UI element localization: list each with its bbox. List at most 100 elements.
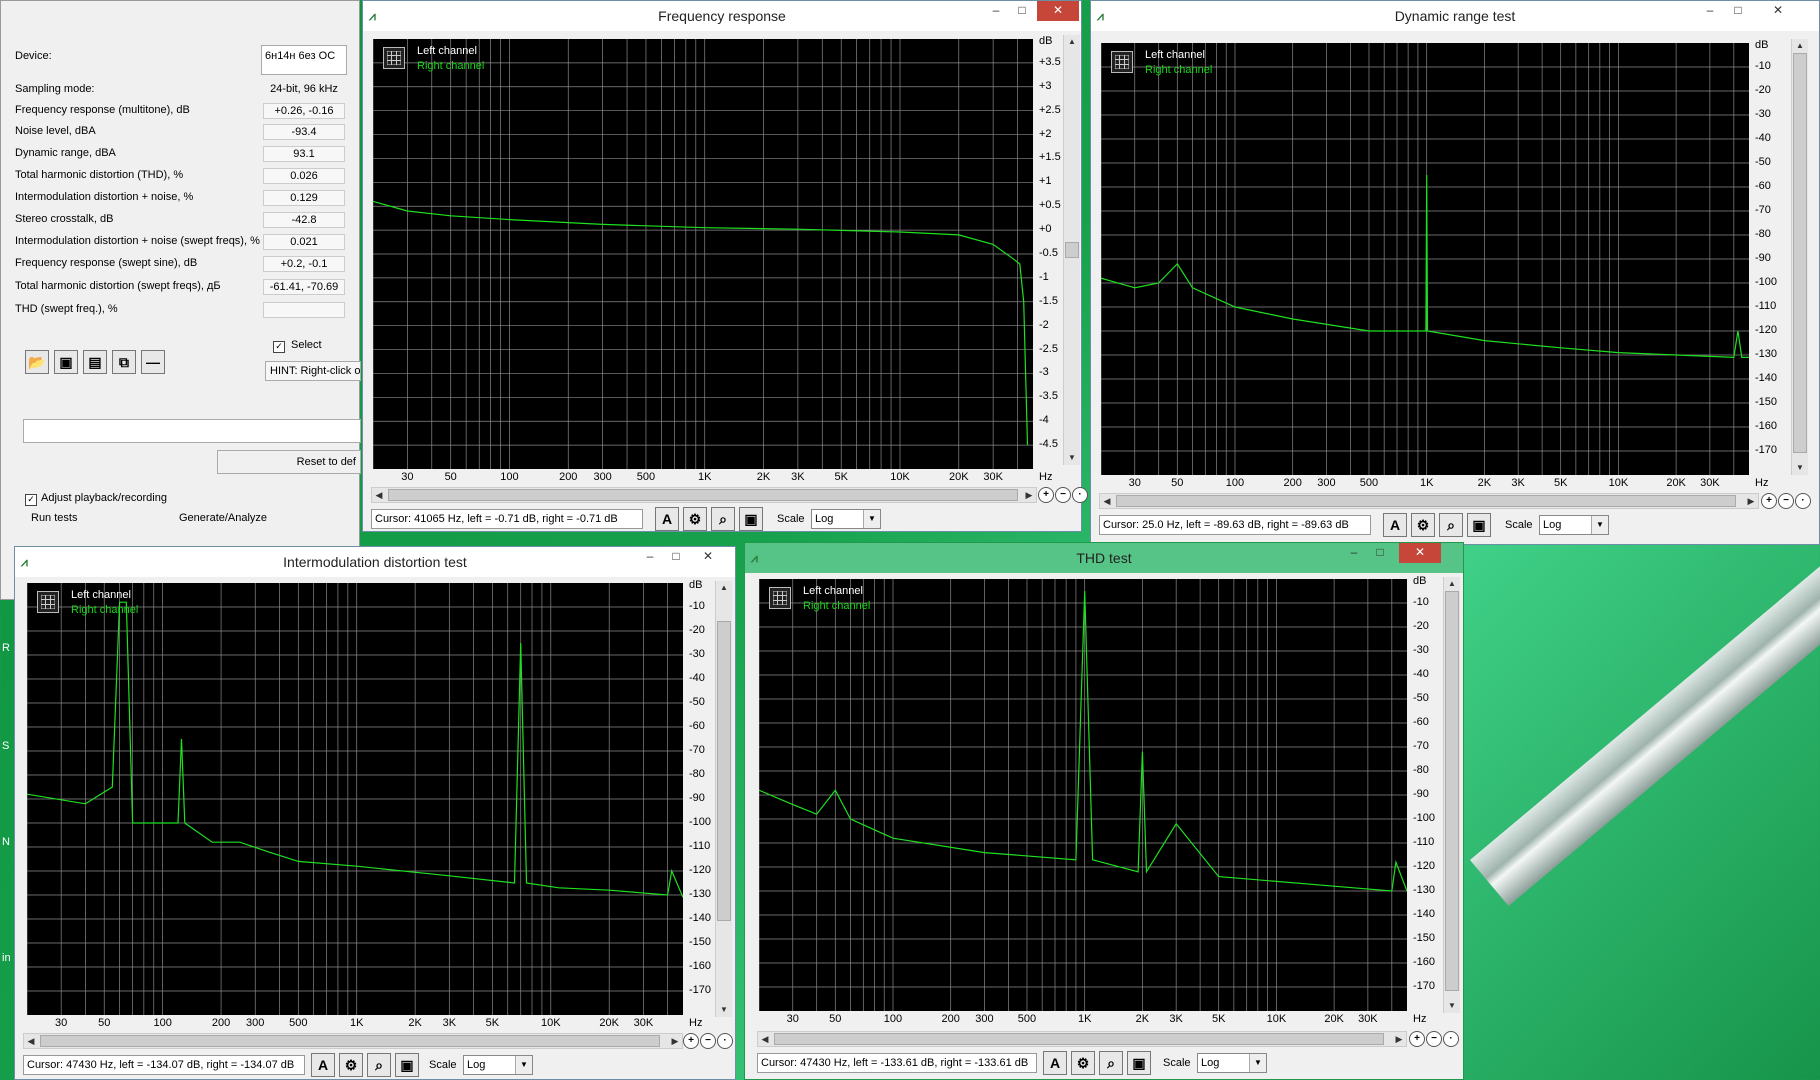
zoom-in-icon[interactable]: +: [683, 1033, 699, 1049]
zoom-fit-icon[interactable]: ·: [1443, 1031, 1459, 1047]
zoom-fit-icon[interactable]: ·: [1795, 493, 1811, 509]
scroll-right-arrow[interactable]: ▶: [668, 1034, 682, 1048]
y-tick-label: -80: [1413, 764, 1429, 776]
scroll-down-arrow[interactable]: ▼: [716, 1003, 732, 1017]
zoom-tool-button[interactable]: ⌕: [367, 1053, 391, 1077]
scroll-thumb[interactable]: [774, 1033, 1384, 1045]
zoom-in-icon[interactable]: +: [1761, 493, 1777, 509]
close-button[interactable]: ✕: [1765, 1, 1791, 21]
scroll-left-arrow[interactable]: ◀: [372, 488, 386, 502]
font-button[interactable]: A: [311, 1053, 335, 1077]
scroll-thumb[interactable]: [388, 489, 1018, 501]
y-axis-unit: dB: [1413, 575, 1427, 587]
adjust-checkbox[interactable]: ✓: [25, 494, 37, 506]
scroll-down-arrow[interactable]: ▼: [1064, 451, 1080, 465]
spectrum-plot[interactable]: Left channel Right channel: [1101, 43, 1749, 475]
zoom-out-icon[interactable]: −: [700, 1033, 716, 1049]
scroll-down-arrow[interactable]: ▼: [1444, 999, 1460, 1013]
scroll-thumb[interactable]: [717, 621, 731, 921]
maximize-button[interactable]: □: [1009, 1, 1035, 21]
zoom-in-icon[interactable]: +: [1038, 487, 1054, 503]
title-bar[interactable]: ⩘ Dynamic range test ‒ □ ✕: [1091, 1, 1819, 31]
grid-icon[interactable]: [769, 587, 791, 609]
scroll-left-arrow[interactable]: ◀: [758, 1032, 772, 1046]
font-button[interactable]: A: [1043, 1051, 1067, 1075]
zoom-in-icon[interactable]: +: [1409, 1031, 1425, 1047]
title-bar[interactable]: ⩘ Frequency response ‒ □ ✕: [363, 1, 1081, 31]
zoom-fit-icon[interactable]: ·: [1072, 487, 1088, 503]
save-plot-button[interactable]: ▣: [1467, 513, 1491, 537]
close-button[interactable]: ✕: [1037, 1, 1079, 21]
scale-select[interactable]: Log ▼: [463, 1055, 533, 1075]
spectrum-plot[interactable]: Left channel Right channel: [27, 583, 683, 1015]
title-bar[interactable]: ⩘ Intermodulation distortion test ‒ □ ✕: [15, 547, 735, 577]
save-plot-button[interactable]: ▣: [739, 507, 763, 531]
device-field[interactable]: 6н14н 6ез ОС: [261, 45, 347, 75]
scroll-thumb[interactable]: [1116, 495, 1736, 507]
scroll-up-arrow[interactable]: ▲: [1444, 577, 1460, 591]
zoom-out-icon[interactable]: −: [1778, 493, 1794, 509]
vertical-scrollbar[interactable]: ▲ ▼: [1443, 577, 1460, 1013]
minimize-button[interactable]: ‒: [1697, 1, 1723, 21]
maximize-button[interactable]: □: [663, 547, 689, 567]
scroll-right-arrow[interactable]: ▶: [1392, 1032, 1406, 1046]
minimize-panel-button[interactable]: —: [141, 350, 165, 374]
maximize-button[interactable]: □: [1725, 1, 1751, 21]
zoom-tool-button[interactable]: ⌕: [1439, 513, 1463, 537]
copy-button[interactable]: ⧉: [112, 350, 136, 374]
save-plot-button[interactable]: ▣: [1127, 1051, 1151, 1075]
scroll-left-arrow[interactable]: ◀: [24, 1034, 38, 1048]
scroll-right-arrow[interactable]: ▶: [1744, 494, 1758, 508]
settings-button[interactable]: ⚙: [339, 1053, 363, 1077]
minimize-button[interactable]: ‒: [983, 1, 1009, 21]
horizontal-scrollbar[interactable]: ◀ ▶: [23, 1033, 683, 1049]
grid-icon[interactable]: [383, 47, 405, 69]
scroll-thumb[interactable]: [1445, 591, 1459, 991]
vertical-scrollbar[interactable]: ▲ ▼: [715, 581, 732, 1017]
spectrum-plot[interactable]: Left channel Right channel: [759, 579, 1407, 1011]
scroll-thumb[interactable]: [40, 1035, 660, 1047]
scroll-up-arrow[interactable]: ▲: [1792, 39, 1808, 53]
save-button[interactable]: ▣: [54, 350, 78, 374]
scroll-left-arrow[interactable]: ◀: [1100, 494, 1114, 508]
scroll-thumb[interactable]: [1793, 53, 1807, 453]
scale-select[interactable]: Log ▼: [811, 509, 881, 529]
scroll-right-arrow[interactable]: ▶: [1022, 488, 1036, 502]
font-button[interactable]: A: [655, 507, 679, 531]
settings-button[interactable]: ⚙: [1071, 1051, 1095, 1075]
minimize-button[interactable]: ‒: [637, 547, 663, 567]
scroll-up-arrow[interactable]: ▲: [1064, 35, 1080, 49]
scroll-thumb[interactable]: [1065, 242, 1079, 258]
close-button[interactable]: ✕: [695, 547, 721, 567]
settings-button[interactable]: ⚙: [683, 507, 707, 531]
scale-select[interactable]: Log ▼: [1539, 515, 1609, 535]
select-checkbox[interactable]: ✓: [273, 341, 285, 353]
zoom-tool-button[interactable]: ⌕: [1099, 1051, 1123, 1075]
title-bar[interactable]: ⩘ THD test ‒ □ ✕: [745, 543, 1463, 573]
spectrum-plot[interactable]: Left channel Right channel: [373, 39, 1033, 469]
reset-defaults-button[interactable]: Reset to def: [217, 450, 361, 474]
gear-icon: ⚙: [1416, 517, 1430, 533]
maximize-button[interactable]: □: [1367, 543, 1393, 563]
save-plot-button[interactable]: ▣: [395, 1053, 419, 1077]
scale-select[interactable]: Log ▼: [1197, 1053, 1267, 1073]
vertical-scrollbar[interactable]: ▲ ▼: [1791, 39, 1808, 475]
zoom-out-icon[interactable]: −: [1055, 487, 1071, 503]
zoom-fit-icon[interactable]: ·: [717, 1033, 733, 1049]
grid-icon[interactable]: [1111, 51, 1133, 73]
grid-icon[interactable]: [37, 591, 59, 613]
horizontal-scrollbar[interactable]: ◀ ▶: [371, 487, 1037, 503]
zoom-out-icon[interactable]: −: [1426, 1031, 1442, 1047]
save-as-button[interactable]: ▤: [83, 350, 107, 374]
scroll-down-arrow[interactable]: ▼: [1792, 461, 1808, 475]
scroll-up-arrow[interactable]: ▲: [716, 581, 732, 595]
horizontal-scrollbar[interactable]: ◀ ▶: [1099, 493, 1759, 509]
open-folder-button[interactable]: 📂: [25, 350, 49, 374]
minimize-button[interactable]: ‒: [1341, 543, 1367, 563]
settings-button[interactable]: ⚙: [1411, 513, 1435, 537]
zoom-tool-button[interactable]: ⌕: [711, 507, 735, 531]
vertical-scrollbar[interactable]: ▲ ▼: [1063, 35, 1080, 465]
font-button[interactable]: A: [1383, 513, 1407, 537]
close-button[interactable]: ✕: [1399, 543, 1441, 563]
horizontal-scrollbar[interactable]: ◀ ▶: [757, 1031, 1407, 1047]
